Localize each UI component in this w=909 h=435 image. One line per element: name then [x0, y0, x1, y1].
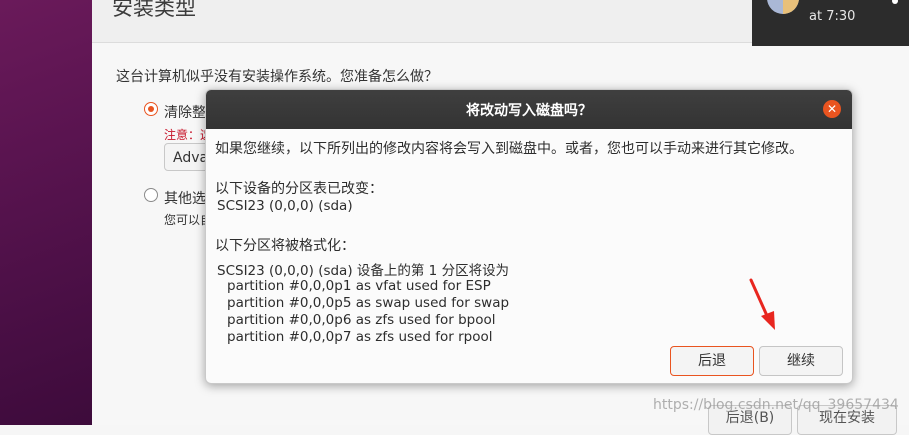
dialog-titlebar[interactable]: 将改动写入磁盘吗？ ✕	[206, 90, 852, 129]
partition-line: partition #0,0,0p5 as swap used for swap	[227, 295, 510, 311]
partition-line: partition #0,0,0p6 as zfs used for bpool	[227, 312, 496, 328]
dialog-title: 将改动写入磁盘吗？	[466, 103, 592, 119]
red-arrow-icon	[749, 278, 775, 330]
notification-popup[interactable]: at 7:30	[752, 0, 909, 46]
dialog-back-button[interactable]: 后退	[670, 346, 754, 376]
write-changes-dialog: 将改动写入磁盘吗？ ✕ 如果您继续，以下所列出的修改内容将会写入到磁盘中。或者，…	[205, 89, 853, 384]
page-title: 安装类型	[112, 0, 196, 20]
partition-table-header: 以下设备的分区表已改变：	[215, 181, 383, 197]
notification-dot-icon	[892, 0, 898, 4]
dialog-continue-button[interactable]: 继续	[759, 346, 843, 376]
notification-time: at 7:30	[809, 9, 856, 24]
erase-disk-radio[interactable]	[144, 102, 158, 116]
something-else-label[interactable]: 其他选	[164, 188, 206, 208]
desktop-background	[0, 0, 92, 425]
format-header: 以下分区将被格式化：	[215, 238, 355, 254]
something-else-radio[interactable]	[144, 188, 158, 202]
install-question: 这台计算机似乎没有安装操作系统。您准备怎么做？	[116, 69, 438, 85]
watermark: https://blog.csdn.net/qq_39657434	[653, 397, 899, 413]
notification-avatar	[767, 0, 799, 14]
dialog-intro: 如果您继续，以下所列出的修改内容将会写入到磁盘中。或者，您也可以手动来进行其它修…	[215, 141, 803, 157]
partition-table-device: SCSI23 (0,0,0) (sda)	[217, 198, 353, 214]
erase-disk-label[interactable]: 清除整	[164, 102, 206, 122]
close-icon[interactable]: ✕	[823, 100, 841, 118]
partition-line: partition #0,0,0p7 as zfs used for rpool	[227, 329, 493, 345]
format-device-line: SCSI23 (0,0,0) (sda) 设备上的第 1 分区将设为	[217, 263, 510, 279]
partition-line: partition #0,0,0p1 as vfat used for ESP	[227, 278, 491, 294]
